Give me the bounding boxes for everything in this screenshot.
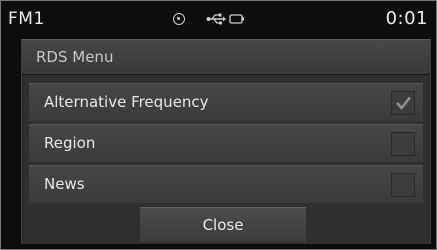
rds-menu-dialog: RDS Menu Alternative Frequency Region Ne… [21,39,431,244]
dialog-header: RDS Menu [22,40,430,75]
disc-icon [173,13,185,25]
checkmark-icon [396,96,412,111]
usb-icon [206,13,226,25]
close-button-label: Close [202,216,244,234]
battery-icon [229,14,244,24]
radio-band: FM1 [8,9,45,29]
menu-item-alternative-frequency[interactable]: Alternative Frequency [29,83,423,121]
menu-item-news[interactable]: News [29,165,423,203]
menu-item-label: Region [44,134,96,152]
news-checkbox[interactable] [391,173,415,197]
clock: 0:01 [385,8,428,29]
status-bar: FM1 0:01 [1,1,436,39]
alternative-frequency-checkbox[interactable] [391,91,415,115]
menu-item-label: News [44,175,85,193]
menu-list: Alternative Frequency Region News [29,83,423,206]
menu-item-region[interactable]: Region [29,124,423,162]
menu-item-label: Alternative Frequency [44,93,209,111]
dialog-title: RDS Menu [36,48,114,66]
region-checkbox[interactable] [391,132,415,156]
head-unit-screen: FM1 0:01 RDS Menu Alternative Frequency [0,0,437,250]
close-button[interactable]: Close [140,207,306,242]
